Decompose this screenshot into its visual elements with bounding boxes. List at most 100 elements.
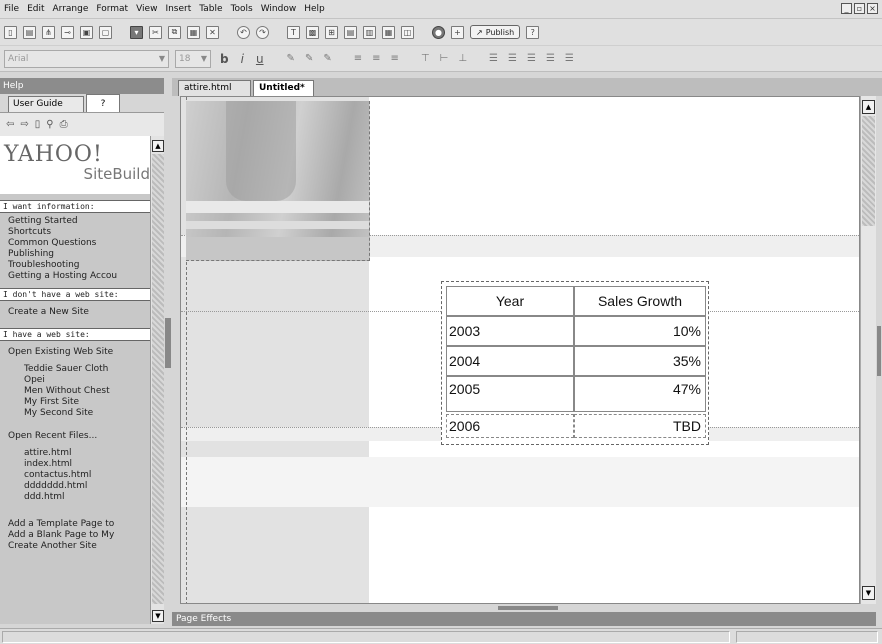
table-cell-year[interactable]: 2005 [446, 376, 574, 412]
redo-icon[interactable]: ↷ [256, 25, 269, 39]
site-link[interactable]: My Second Site [24, 408, 150, 419]
help-link-troubleshooting[interactable]: Troubleshooting [8, 260, 150, 271]
right-panel-splitter[interactable] [876, 96, 882, 636]
help-icon[interactable]: ? [526, 25, 540, 39]
table-cell-growth[interactable]: 10% [574, 316, 706, 346]
page-header-image[interactable] [186, 101, 370, 261]
scroll-up-icon[interactable]: ▲ [862, 100, 875, 114]
recent-file-link[interactable]: ddd.html [24, 492, 150, 503]
splitter-grip[interactable] [877, 326, 881, 376]
table-cell-growth[interactable]: TBD [574, 414, 706, 438]
table-cell-growth[interactable]: 35% [574, 346, 706, 376]
tab-help-question[interactable]: ? [86, 94, 120, 112]
splitter-grip[interactable] [165, 318, 171, 368]
publish-button[interactable]: ↗ Publish [470, 25, 521, 39]
text-color-icon[interactable]: ✎ [285, 53, 297, 64]
page-canvas[interactable]: Year Sales Growth 2003 10% 2004 35% 2005… [180, 96, 860, 604]
print-icon[interactable]: ⎙ [60, 119, 68, 130]
insert-rows-icon[interactable]: ▦ [382, 25, 395, 39]
bottom-panel-resize-handle[interactable] [498, 606, 558, 610]
search-icon[interactable]: ⚲ [46, 119, 53, 130]
help-link-open-existing[interactable]: Open Existing Web Site [8, 347, 150, 358]
help-link-open-recent[interactable]: Open Recent Files... [8, 431, 150, 442]
insert-form-icon[interactable]: ▤ [344, 25, 357, 39]
close-icon[interactable]: × [867, 3, 878, 14]
align-right-icon[interactable]: ≡ [389, 53, 401, 64]
clear-format-icon[interactable]: ✎ [321, 53, 333, 64]
table-header-cell[interactable]: Sales Growth [574, 286, 706, 316]
menu-format[interactable]: Format [94, 4, 134, 14]
undo-icon[interactable]: ↶ [237, 25, 250, 39]
site-link[interactable]: My First Site [24, 397, 150, 408]
help-link-common-questions[interactable]: Common Questions [8, 238, 150, 249]
align-left-icon[interactable]: ≡ [352, 53, 364, 64]
menu-window[interactable]: Window [259, 4, 303, 14]
numbered-list-icon[interactable]: ☰ [506, 53, 519, 64]
back-arrow-icon[interactable]: ⇦ [6, 119, 14, 130]
scroll-up-icon[interactable]: ▲ [152, 140, 164, 152]
valign-middle-icon[interactable]: ⊢ [438, 53, 451, 64]
web-icon[interactable]: ● [432, 25, 445, 39]
canvas-scrollbar[interactable]: ▲ ▼ [860, 96, 876, 604]
site-link[interactable]: Men Without Chest [24, 386, 150, 397]
home-icon[interactable]: ▯ [35, 119, 41, 130]
help-link-add-template-page[interactable]: Add a Template Page to [8, 519, 150, 530]
help-link-publishing[interactable]: Publishing [8, 249, 150, 260]
bullet-list-icon[interactable]: ☰ [487, 53, 500, 64]
font-size-select[interactable]: 18 ▼ [175, 49, 211, 68]
outdent-icon[interactable]: ☰ [544, 53, 557, 64]
paste-format-icon[interactable]: ▾ [130, 25, 143, 39]
add-icon[interactable]: + [451, 25, 464, 39]
table-header-cell[interactable]: Year [446, 286, 574, 316]
menu-edit[interactable]: Edit [25, 4, 50, 14]
tab-untitled[interactable]: Untitled* [253, 80, 314, 96]
help-link-getting-started[interactable]: Getting Started [8, 216, 150, 227]
font-family-select[interactable]: Arial ▼ [4, 49, 169, 68]
italic-button[interactable]: i [238, 52, 247, 66]
recent-file-link[interactable]: attire.html [24, 448, 150, 459]
recent-file-link[interactable]: contactus.html [24, 470, 150, 481]
insert-image-icon[interactable]: ▩ [306, 25, 319, 39]
recent-file-link[interactable]: index.html [24, 459, 150, 470]
help-link-hosting[interactable]: Getting a Hosting Accou [8, 271, 150, 282]
table-cell-year[interactable]: 2003 [446, 316, 574, 346]
panel-splitter[interactable] [164, 78, 172, 638]
menu-file[interactable]: File [2, 4, 25, 14]
help-link-shortcuts[interactable]: Shortcuts [8, 227, 150, 238]
site-link[interactable]: Teddie Sauer Cloth [24, 364, 150, 375]
menu-help[interactable]: Help [302, 4, 331, 14]
menu-view[interactable]: View [134, 4, 163, 14]
scroll-down-icon[interactable]: ▼ [862, 586, 875, 600]
recent-file-link[interactable]: ddddddd.html [24, 481, 150, 492]
insert-text-icon[interactable]: T [287, 25, 300, 39]
canvas-scroll-thumb[interactable] [862, 116, 875, 226]
restore-icon[interactable]: ▫ [854, 3, 865, 14]
preview-icon[interactable]: ▢ [99, 25, 112, 39]
delete-icon[interactable]: ✕ [206, 25, 219, 39]
menu-arrange[interactable]: Arrange [51, 4, 95, 14]
new-page-icon[interactable]: ▯ [4, 25, 17, 39]
tab-user-guide[interactable]: User Guide [8, 96, 84, 112]
page-effects-panel-title[interactable]: Page Effects [172, 612, 876, 626]
copy-icon[interactable]: ⧉ [168, 25, 181, 39]
menu-tools[interactable]: Tools [229, 4, 259, 14]
tab-attire-html[interactable]: attire.html [178, 80, 251, 96]
help-link-add-blank-page[interactable]: Add a Blank Page to My [8, 530, 150, 541]
indent-icon[interactable]: ☰ [563, 53, 576, 64]
help-link-create-new-site[interactable]: Create a New Site [8, 307, 150, 318]
menu-insert[interactable]: Insert [163, 4, 197, 14]
menu-table[interactable]: Table [197, 4, 228, 14]
align-center-icon[interactable]: ≡ [370, 53, 382, 64]
highlight-icon[interactable]: ✎ [303, 53, 315, 64]
link-icon[interactable]: ⊸ [61, 25, 74, 39]
table-cell-growth[interactable]: 47% [574, 376, 706, 412]
paste-icon[interactable]: ▦ [187, 25, 200, 39]
save-icon[interactable]: ▣ [80, 25, 93, 39]
bold-button[interactable]: b [217, 52, 232, 66]
cut-icon[interactable]: ✂ [149, 25, 162, 39]
table-cell-year[interactable]: 2004 [446, 346, 574, 376]
help-scroll-thumb[interactable] [152, 154, 164, 604]
valign-top-icon[interactable]: ⊤ [419, 53, 432, 64]
open-icon[interactable]: ▤ [23, 25, 36, 39]
underline-button[interactable]: u [253, 52, 267, 66]
